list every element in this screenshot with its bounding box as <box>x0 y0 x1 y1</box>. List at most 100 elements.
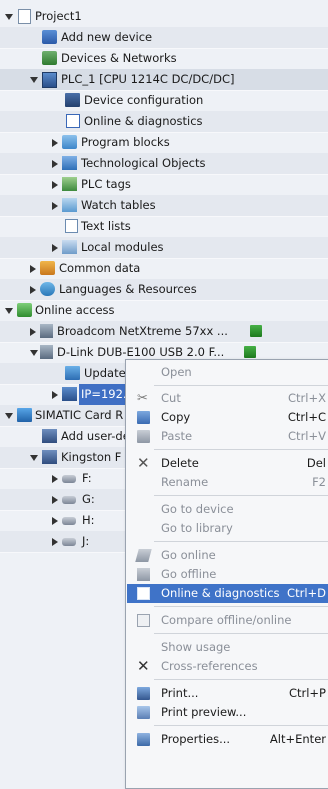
menu-separator <box>154 633 328 634</box>
menu-item-print[interactable]: Print... Ctrl+P <box>127 684 328 703</box>
diagnostics-icon <box>137 587 150 600</box>
menu-item-label: Open <box>161 365 192 379</box>
expand-arrow-icon[interactable] <box>52 181 58 189</box>
expand-arrow-icon[interactable] <box>52 202 58 210</box>
expand-arrow-icon[interactable] <box>52 139 58 147</box>
menu-item-properties[interactable]: Properties... Alt+Enter <box>127 730 328 749</box>
tree-item-label: Common data <box>59 261 141 275</box>
menu-item-open[interactable]: Open <box>127 363 328 382</box>
expand-arrow-icon[interactable] <box>52 517 58 525</box>
paste-icon <box>137 430 150 443</box>
expand-arrow-icon[interactable] <box>30 328 36 336</box>
tree-item-label: SIMATIC Card R <box>35 408 124 422</box>
project-icon <box>18 9 31 24</box>
local-modules-icon <box>62 240 77 254</box>
tree-item-label: Online access <box>35 303 115 317</box>
tree-item-common-data[interactable]: Common data <box>0 258 328 280</box>
tree-item-project1[interactable]: Project1 <box>0 6 328 28</box>
menu-item-show-usage[interactable]: Show usage <box>127 638 328 657</box>
expand-arrow-icon[interactable] <box>30 286 36 294</box>
tree-item-broadcom-adapter[interactable]: Broadcom NetXtreme 57xx ... <box>0 321 328 343</box>
online-status-icon <box>244 346 256 358</box>
tree-item-technological-objects[interactable]: Technological Objects <box>0 153 328 175</box>
collapse-arrow-icon[interactable] <box>5 308 13 314</box>
tree-item-online-diagnostics[interactable]: Online & diagnostics <box>0 111 328 133</box>
menu-item-delete[interactable]: ✕ Delete Del <box>127 454 328 473</box>
menu-separator <box>154 385 328 386</box>
tree-item-local-modules[interactable]: Local modules <box>0 237 328 259</box>
menu-item-label: Rename <box>161 475 209 489</box>
menu-item-cross-references[interactable]: ✕ Cross-references <box>127 657 328 676</box>
menu-item-rename[interactable]: Rename F2 <box>127 473 328 492</box>
expand-arrow-icon[interactable] <box>30 265 36 273</box>
menu-item-label: Go to device <box>161 502 234 516</box>
menu-item-label: Go offline <box>161 567 217 581</box>
menu-item-go-to-device[interactable]: Go to device <box>127 500 328 519</box>
expand-arrow-icon[interactable] <box>52 244 58 252</box>
collapse-arrow-icon[interactable] <box>5 413 13 419</box>
program-blocks-icon <box>62 135 77 149</box>
menu-item-paste[interactable]: Paste Ctrl+V <box>127 427 328 446</box>
device-config-icon <box>65 93 80 107</box>
ip-device-icon <box>62 387 77 401</box>
collapse-arrow-icon[interactable] <box>30 350 38 356</box>
scissors-icon: ✂ <box>137 391 148 406</box>
menu-item-online-diagnostics[interactable]: Online & diagnostics Ctrl+D <box>127 584 328 603</box>
drive-icon <box>62 496 76 504</box>
menu-item-label: Print... <box>161 686 199 700</box>
menu-item-label: Paste <box>161 429 193 443</box>
tree-item-watch-tables[interactable]: Watch tables <box>0 195 328 217</box>
tree-item-label: Devices & Networks <box>61 51 177 65</box>
tree-item-plc-tags[interactable]: PLC tags <box>0 174 328 196</box>
menu-item-compare[interactable]: Compare offline/online <box>127 611 328 630</box>
menu-item-label: Delete <box>161 456 199 470</box>
tree-item-add-new-device[interactable]: Add new device <box>0 27 328 49</box>
add-device-icon <box>42 30 57 44</box>
tree-item-label: G: <box>82 492 95 506</box>
tree-item-device-configuration[interactable]: Device configuration <box>0 90 328 112</box>
menu-item-print-preview[interactable]: Print preview... <box>127 703 328 722</box>
shortcut-label: Ctrl+X <box>288 391 326 405</box>
tree-item-languages-resources[interactable]: Languages & Resources <box>0 279 328 301</box>
tree-item-label: Add user-de <box>61 429 130 443</box>
expand-arrow-icon[interactable] <box>52 160 58 168</box>
tree-item-online-access[interactable]: Online access <box>0 300 328 322</box>
shortcut-label: Ctrl+P <box>288 686 326 700</box>
expand-arrow-icon[interactable] <box>52 391 58 399</box>
tree-item-label: Program blocks <box>81 135 170 149</box>
collapse-arrow-icon[interactable] <box>5 14 13 20</box>
expand-arrow-icon[interactable] <box>52 475 58 483</box>
tree-item-label: H: <box>82 513 95 527</box>
menu-item-go-offline[interactable]: Go offline <box>127 565 328 584</box>
plc-tags-icon <box>62 177 77 191</box>
expand-arrow-icon[interactable] <box>52 538 58 546</box>
menu-item-go-online[interactable]: Go online <box>127 546 328 565</box>
tree-item-label: Online & diagnostics <box>84 114 203 128</box>
menu-item-cut[interactable]: ✂ Cut Ctrl+X <box>127 389 328 408</box>
add-user-device-icon <box>42 429 57 443</box>
tree-item-label: Watch tables <box>81 198 156 212</box>
menu-separator <box>154 541 328 542</box>
tree-item-label: Technological Objects <box>81 156 206 170</box>
menu-item-label: Copy <box>161 410 191 424</box>
technological-objects-icon <box>62 156 77 170</box>
tree-item-label: F: <box>82 471 92 485</box>
menu-item-label: Online & diagnostics <box>161 586 280 600</box>
tree-item-label: PLC tags <box>81 177 131 191</box>
tree-item-plc1[interactable]: PLC_1 [CPU 1214C DC/DC/DC] <box>0 69 328 91</box>
collapse-arrow-icon[interactable] <box>30 77 38 83</box>
tree-item-devices-networks[interactable]: Devices & Networks <box>0 48 328 70</box>
network-adapter-icon <box>40 324 53 338</box>
simatic-card-icon <box>17 408 32 422</box>
menu-item-label: Cross-references <box>161 659 258 673</box>
collapse-arrow-icon[interactable] <box>30 455 38 461</box>
tree-item-program-blocks[interactable]: Program blocks <box>0 132 328 154</box>
expand-arrow-icon[interactable] <box>52 496 58 504</box>
menu-item-go-to-library[interactable]: Go to library <box>127 519 328 538</box>
shortcut-label: Alt+Enter <box>269 732 326 746</box>
menu-item-copy[interactable]: Copy Ctrl+C <box>127 408 328 427</box>
tree-item-text-lists[interactable]: Text lists <box>0 216 328 238</box>
menu-separator <box>154 679 328 680</box>
print-icon <box>137 687 150 700</box>
tree-item-label: Device configuration <box>84 93 204 107</box>
